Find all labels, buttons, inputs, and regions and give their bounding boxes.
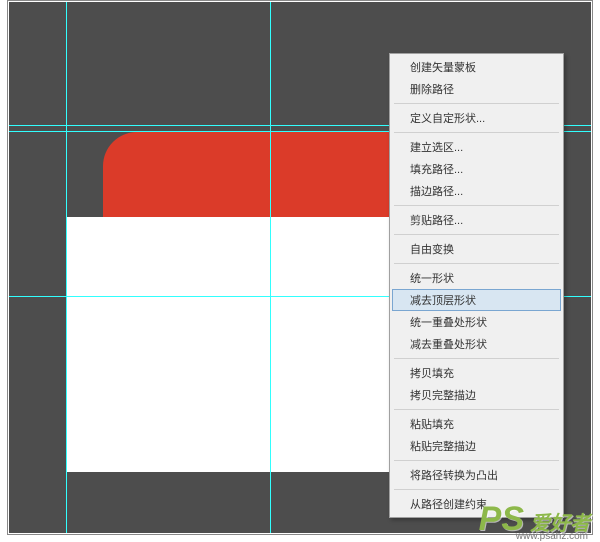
- menu-item[interactable]: 描边路径...: [392, 180, 561, 202]
- guide-vertical: [270, 2, 271, 533]
- menu-separator: [394, 103, 559, 104]
- menu-separator: [394, 409, 559, 410]
- menu-item[interactable]: 拷贝完整描边: [392, 384, 561, 406]
- menu-item[interactable]: 填充路径...: [392, 158, 561, 180]
- menu-item[interactable]: 建立选区...: [392, 136, 561, 158]
- menu-item[interactable]: 统一形状: [392, 267, 561, 289]
- menu-separator: [394, 132, 559, 133]
- context-menu: 创建矢量蒙板删除路径定义自定形状... 建立选区...填充路径...描边路径...…: [389, 53, 564, 518]
- menu-separator: [394, 205, 559, 206]
- menu-item[interactable]: 粘贴完整描边: [392, 435, 561, 457]
- menu-item[interactable]: 将路径转换为凸出: [392, 464, 561, 486]
- menu-item[interactable]: 删除路径: [392, 78, 561, 100]
- editor-frame: 创建矢量蒙板删除路径定义自定形状... 建立选区...填充路径...描边路径...…: [7, 0, 593, 535]
- menu-separator: [394, 489, 559, 490]
- menu-separator: [394, 263, 559, 264]
- menu-item[interactable]: 粘贴填充: [392, 413, 561, 435]
- menu-item[interactable]: 拷贝填充: [392, 362, 561, 384]
- menu-separator: [394, 358, 559, 359]
- menu-item[interactable]: 创建矢量蒙板: [392, 56, 561, 78]
- menu-item[interactable]: 从路径创建约束: [392, 493, 561, 515]
- menu-item[interactable]: 减去顶层形状: [392, 289, 561, 311]
- menu-item[interactable]: 剪贴路径...: [392, 209, 561, 231]
- menu-item[interactable]: 减去重叠处形状: [392, 333, 561, 355]
- menu-item[interactable]: 自由变换: [392, 238, 561, 260]
- menu-separator: [394, 234, 559, 235]
- menu-separator: [394, 460, 559, 461]
- canvas-area[interactable]: 创建矢量蒙板删除路径定义自定形状... 建立选区...填充路径...描边路径...…: [9, 2, 591, 533]
- guide-vertical: [66, 2, 67, 533]
- menu-item[interactable]: 统一重叠处形状: [392, 311, 561, 333]
- menu-item[interactable]: 定义自定形状...: [392, 107, 561, 129]
